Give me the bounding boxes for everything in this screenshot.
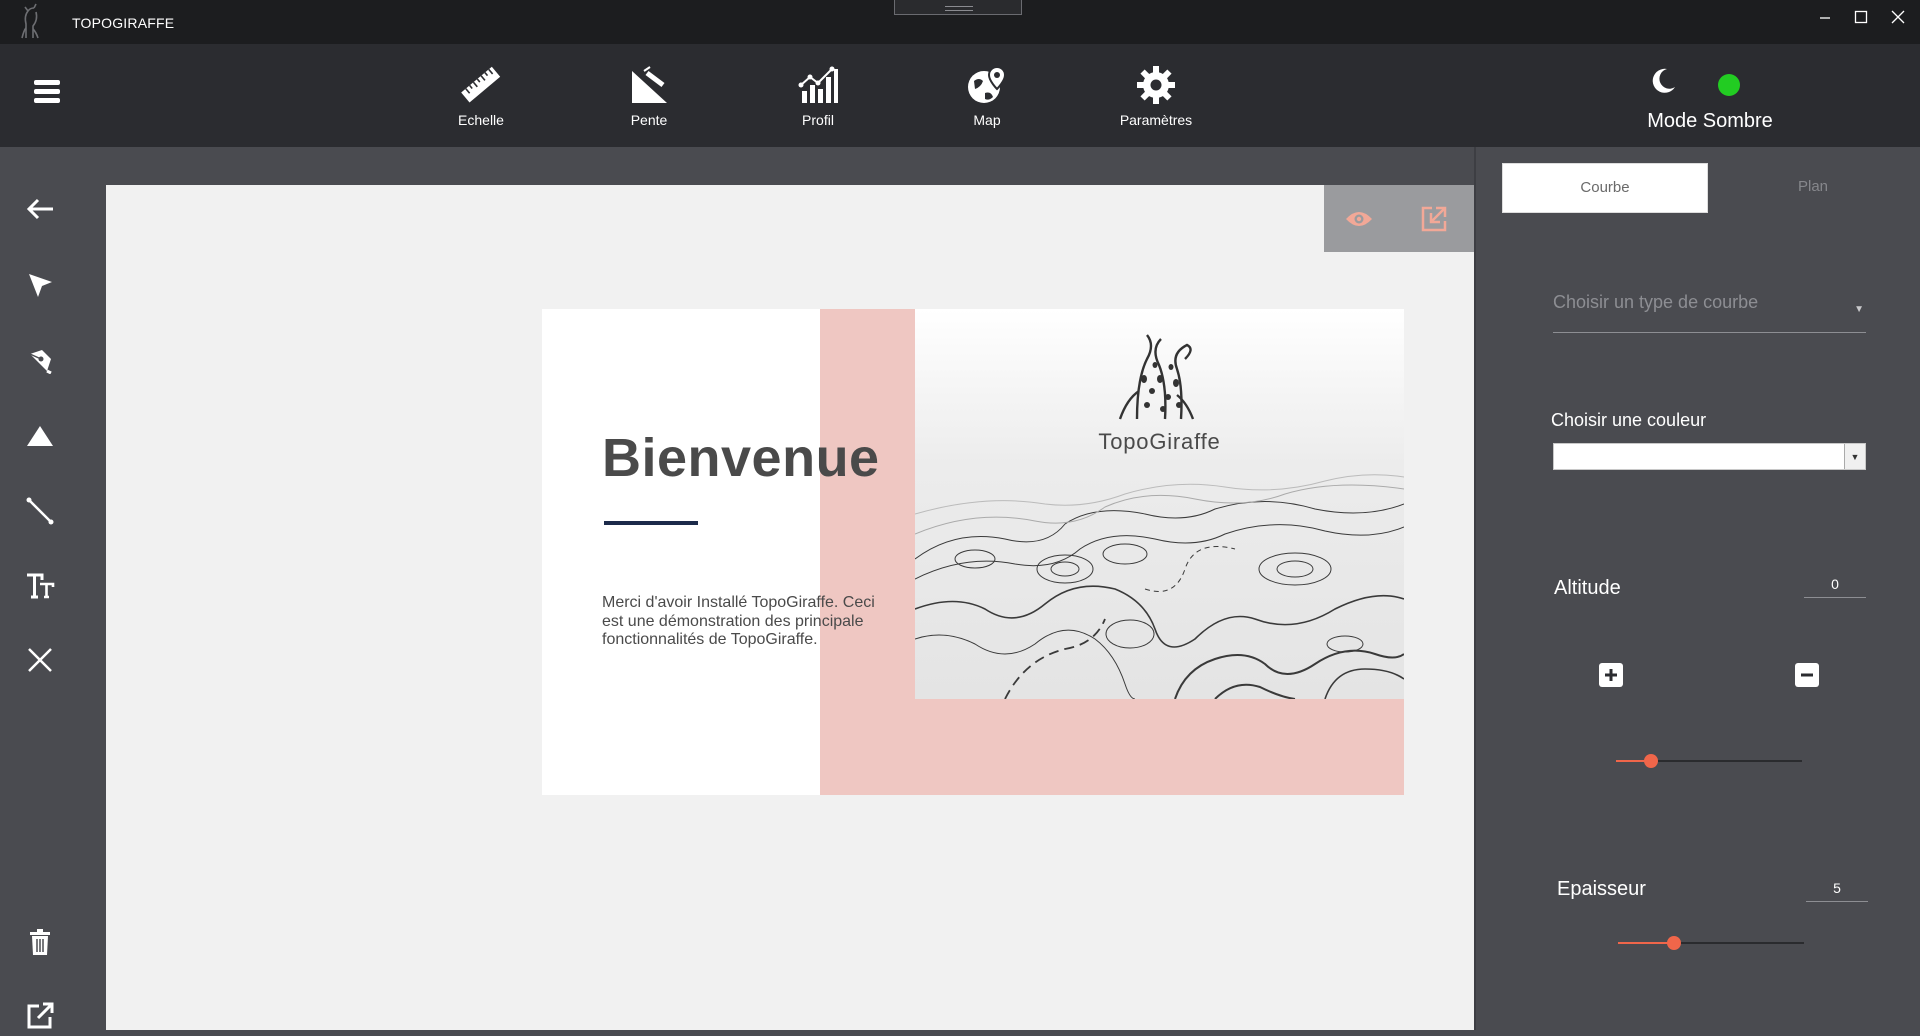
menu-button[interactable] <box>34 80 60 104</box>
altitude-label: Altitude <box>1554 577 1621 599</box>
epaisseur-input[interactable]: 5 <box>1806 877 1868 902</box>
contour-lines <box>915 474 1404 699</box>
tab-courbe[interactable]: Courbe <box>1502 163 1708 213</box>
expand-icon <box>1421 206 1447 232</box>
minimize-icon <box>1820 17 1830 19</box>
tab-plan[interactable]: Plan <box>1710 163 1916 213</box>
app-title: TOPOGIRAFFE <box>72 15 175 31</box>
maximize-icon <box>1854 10 1868 24</box>
app-logo-icon <box>12 2 48 40</box>
tool-parametres-label: Paramètres <box>1119 112 1193 128</box>
triangle-icon <box>27 426 53 446</box>
slope-icon <box>594 62 704 108</box>
pen-tool-button[interactable] <box>20 340 60 380</box>
window-drag-handle[interactable] <box>894 0 1022 15</box>
close-window-icon <box>1891 10 1905 24</box>
epaisseur-slider-thumb[interactable] <box>1666 936 1681 950</box>
line-tool-button[interactable] <box>20 491 60 531</box>
text-tool-button[interactable] <box>20 566 60 606</box>
export-icon <box>27 1002 54 1029</box>
close-window-button[interactable] <box>1883 10 1913 36</box>
epaisseur-label: Epaisseur <box>1557 878 1646 900</box>
globe-pin-icon <box>932 62 1042 108</box>
minus-icon <box>1801 673 1813 677</box>
delete-button[interactable] <box>20 922 60 962</box>
altitude-decrease-button[interactable] <box>1795 663 1819 687</box>
select-tool-button[interactable] <box>20 265 60 305</box>
dark-mode-toggle[interactable]: Mode Sombre <box>1630 62 1790 142</box>
tool-echelle[interactable]: Echelle <box>426 62 536 128</box>
pointer-icon <box>29 274 52 297</box>
card-accent-band <box>820 699 1404 795</box>
tool-profil-label: Profil <box>802 112 834 128</box>
back-arrow-icon <box>26 198 53 220</box>
ruler-icon <box>426 62 536 108</box>
line-icon <box>26 497 54 525</box>
close-tool-button[interactable] <box>20 640 60 680</box>
epaisseur-slider-fill <box>1618 942 1674 944</box>
welcome-text: Merci d'avoir Installé TopoGiraffe. Ceci… <box>602 594 875 648</box>
expand-canvas-button[interactable] <box>1419 205 1449 233</box>
hamburger-icon <box>34 80 60 85</box>
tool-pente-label: Pente <box>630 112 668 128</box>
tool-profil[interactable]: Profil <box>763 62 873 128</box>
tool-parametres[interactable]: Paramètres <box>1101 62 1211 128</box>
triangle-tool-button[interactable] <box>20 416 60 456</box>
plus-icon <box>1605 669 1617 681</box>
eye-icon <box>1346 212 1372 226</box>
altitude-increase-button[interactable] <box>1599 663 1623 687</box>
tool-map-label: Map <box>973 112 1001 128</box>
altitude-input[interactable]: 0 <box>1804 573 1866 598</box>
trash-icon <box>30 929 50 955</box>
status-indicator <box>1718 74 1740 96</box>
back-button[interactable] <box>20 189 60 229</box>
dropdown-arrow-icon: ▼ <box>1844 444 1865 469</box>
title-bar: TOPOGIRAFFE <box>0 0 1920 44</box>
title-underline <box>604 521 698 525</box>
welcome-card: TopoGiraffe Bienvenue Merci d'avoir Inst… <box>542 309 1404 795</box>
courbe-type-select[interactable]: Choisir un type de courbe ▼ <box>1553 284 1866 333</box>
pen-icon <box>29 350 52 374</box>
tool-echelle-label: Echelle <box>458 112 504 128</box>
color-label: Choisir une couleur <box>1551 410 1707 430</box>
welcome-title: Bienvenue <box>602 428 880 488</box>
profile-chart-icon <box>763 62 873 108</box>
chevron-down-icon: ▼ <box>1854 304 1864 315</box>
main-toolbar: Echelle Pente Profil Map Paramètres Mode… <box>0 44 1920 147</box>
maximize-button[interactable] <box>1846 10 1876 36</box>
canvas-toolbar <box>1324 185 1474 252</box>
courbe-type-placeholder: Choisir un type de courbe <box>1553 292 1759 312</box>
topography-illustration: TopoGiraffe <box>915 309 1404 699</box>
altitude-slider[interactable] <box>1616 753 1802 769</box>
epaisseur-slider[interactable] <box>1618 935 1804 951</box>
text-size-icon <box>27 573 55 599</box>
panel-divider <box>1474 147 1476 1030</box>
preview-button[interactable] <box>1344 205 1374 233</box>
color-select[interactable]: ▼ <box>1553 443 1866 470</box>
mode-label: Mode Sombre <box>1647 110 1773 132</box>
export-button[interactable] <box>20 996 60 1036</box>
tool-map[interactable]: Map <box>932 62 1042 128</box>
altitude-slider-thumb[interactable] <box>1644 754 1659 768</box>
moon-icon <box>1648 66 1678 101</box>
drawing-canvas[interactable]: TopoGiraffe Bienvenue Merci d'avoir Inst… <box>106 185 1474 1030</box>
tool-pente[interactable]: Pente <box>594 62 704 128</box>
minimize-button[interactable] <box>1810 10 1840 36</box>
gear-icon <box>1101 62 1211 108</box>
close-icon <box>28 648 52 672</box>
